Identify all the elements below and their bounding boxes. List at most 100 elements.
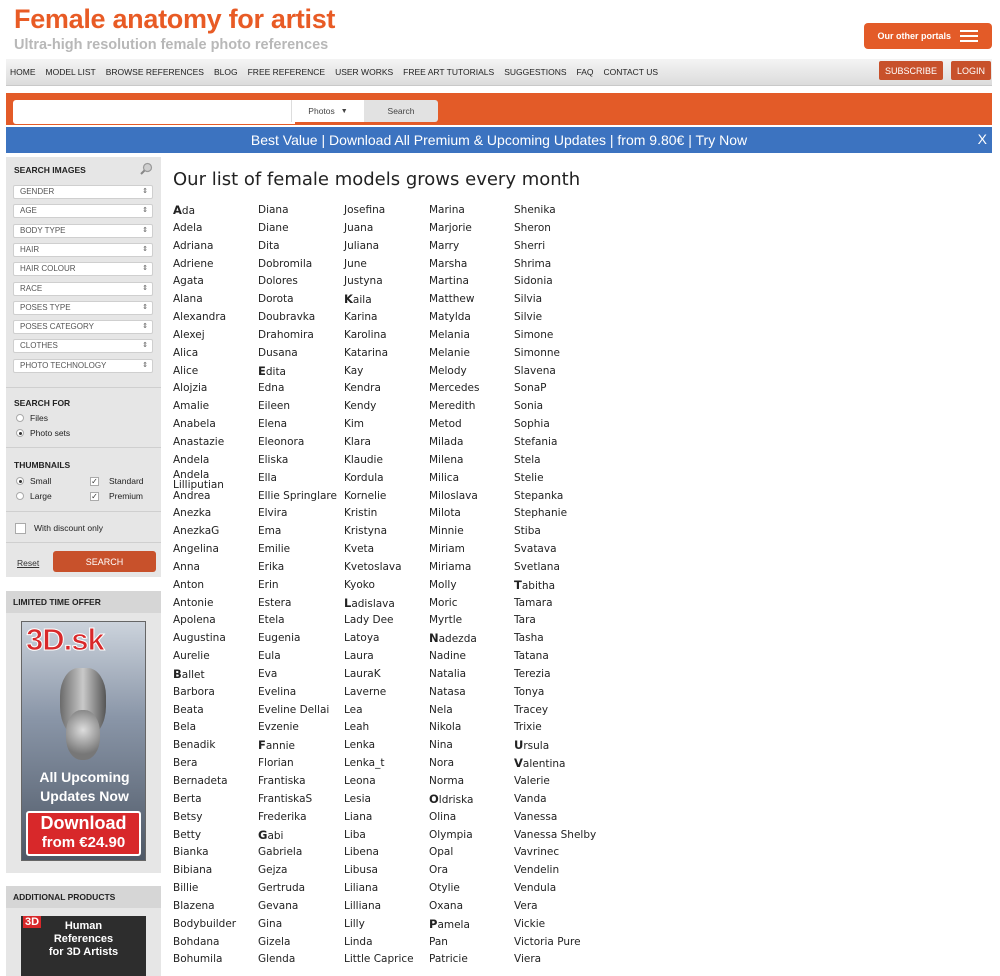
model-link[interactable]: Adriana bbox=[173, 238, 263, 256]
model-link[interactable]: Miriam bbox=[429, 541, 519, 559]
model-link[interactable]: Stepanka bbox=[514, 488, 604, 506]
model-link[interactable]: Gejza bbox=[258, 862, 348, 880]
model-link[interactable]: Sheron bbox=[514, 220, 604, 238]
model-link[interactable]: Minnie bbox=[429, 523, 519, 541]
model-link[interactable]: Angelina bbox=[173, 541, 263, 559]
model-link[interactable]: Stephanie bbox=[514, 505, 604, 523]
model-link[interactable]: Vanessa bbox=[514, 809, 604, 827]
model-link[interactable]: Tabitha bbox=[514, 577, 604, 595]
model-link[interactable]: Nela bbox=[429, 702, 519, 720]
model-link[interactable]: Tamara bbox=[514, 595, 604, 613]
model-link[interactable]: Adriene bbox=[173, 256, 263, 274]
model-link[interactable]: Gina bbox=[258, 916, 348, 934]
model-link[interactable]: Karolina bbox=[344, 327, 434, 345]
model-link[interactable]: Amalie bbox=[173, 398, 263, 416]
model-link[interactable]: Melody bbox=[429, 363, 519, 381]
model-link[interactable]: Oldriska bbox=[429, 791, 519, 809]
model-link[interactable]: SonaP bbox=[514, 380, 604, 398]
radio-files-label[interactable]: Files bbox=[30, 413, 48, 423]
model-link[interactable]: Dobromila bbox=[258, 256, 348, 274]
model-link[interactable]: Nadine bbox=[429, 648, 519, 666]
model-link[interactable]: Marjorie bbox=[429, 220, 519, 238]
model-link[interactable]: Apolena bbox=[173, 612, 263, 630]
model-link[interactable]: Barbora bbox=[173, 684, 263, 702]
model-link[interactable]: Alice bbox=[173, 363, 263, 381]
model-link[interactable]: Sonia bbox=[514, 398, 604, 416]
model-link[interactable]: Eveline Dellai bbox=[258, 702, 348, 720]
model-link[interactable]: Ema bbox=[258, 523, 348, 541]
model-link[interactable]: Etela bbox=[258, 612, 348, 630]
model-link[interactable]: Edita bbox=[258, 363, 348, 381]
model-link[interactable]: Myrtle bbox=[429, 612, 519, 630]
model-link[interactable]: Lesia bbox=[344, 791, 434, 809]
model-link[interactable]: Victoria Pure bbox=[514, 934, 604, 952]
filter-clothes-select[interactable]: CLOTHES ⇕ bbox=[13, 339, 153, 354]
model-link[interactable]: Berta bbox=[173, 791, 263, 809]
model-link[interactable]: Libusa bbox=[344, 862, 434, 880]
model-link[interactable]: Vendelin bbox=[514, 862, 604, 880]
model-link[interactable]: Marsha bbox=[429, 256, 519, 274]
model-link[interactable]: Dita bbox=[258, 238, 348, 256]
filter-photo-technology-select[interactable]: PHOTO TECHNOLOGY ⇕ bbox=[13, 358, 153, 373]
model-link[interactable]: Valerie bbox=[514, 773, 604, 791]
model-link[interactable]: Laverne bbox=[344, 684, 434, 702]
model-link[interactable]: Gabriela bbox=[258, 844, 348, 862]
model-link[interactable]: Erin bbox=[258, 577, 348, 595]
model-link[interactable]: Alexej bbox=[173, 327, 263, 345]
model-link[interactable]: Simonne bbox=[514, 345, 604, 363]
model-link[interactable]: Nina bbox=[429, 737, 519, 755]
model-link[interactable]: Alojzia bbox=[173, 380, 263, 398]
close-icon[interactable]: X bbox=[978, 131, 987, 147]
model-link[interactable]: Melanie bbox=[429, 345, 519, 363]
model-link[interactable]: Valentina bbox=[514, 755, 604, 773]
nav-item-faq[interactable]: FAQ bbox=[577, 67, 594, 77]
model-link[interactable]: Nora bbox=[429, 755, 519, 773]
model-link[interactable]: Nikola bbox=[429, 719, 519, 737]
model-link[interactable]: Frantiska bbox=[258, 773, 348, 791]
model-link[interactable]: Latoya bbox=[344, 630, 434, 648]
checkbox-premium-label[interactable]: Premium bbox=[109, 491, 143, 501]
model-link[interactable]: Simone bbox=[514, 327, 604, 345]
model-link[interactable]: Klaudie bbox=[344, 452, 434, 470]
model-link[interactable]: Vera bbox=[514, 898, 604, 916]
model-link[interactable]: Ella bbox=[258, 470, 348, 488]
filter-hair-colour-select[interactable]: HAIR COLOUR ⇕ bbox=[13, 262, 153, 277]
model-link[interactable]: Tasha bbox=[514, 630, 604, 648]
model-link[interactable]: Tara bbox=[514, 612, 604, 630]
subscribe-button[interactable]: SUBSCRIBE bbox=[879, 61, 943, 80]
checkbox-standard-label[interactable]: Standard bbox=[109, 476, 144, 486]
model-link[interactable]: Eva bbox=[258, 666, 348, 684]
model-link[interactable]: Opal bbox=[429, 844, 519, 862]
model-link[interactable]: Doubravka bbox=[258, 309, 348, 327]
model-link[interactable]: Andela Lilliputian bbox=[173, 469, 233, 489]
nav-item-blog[interactable]: BLOG bbox=[214, 67, 238, 77]
model-link[interactable]: Andela bbox=[173, 452, 263, 470]
model-link[interactable]: Elvira bbox=[258, 505, 348, 523]
model-link[interactable]: Matylda bbox=[429, 309, 519, 327]
model-link[interactable]: Slavena bbox=[514, 363, 604, 381]
model-link[interactable]: Emilie bbox=[258, 541, 348, 559]
model-link[interactable]: Adela bbox=[173, 220, 263, 238]
model-link[interactable]: Anezka bbox=[173, 505, 263, 523]
model-link[interactable]: Karina bbox=[344, 309, 434, 327]
radio-large[interactable] bbox=[16, 492, 24, 500]
model-link[interactable]: Shenika bbox=[514, 202, 604, 220]
model-link[interactable]: Kaila bbox=[344, 291, 434, 309]
model-link[interactable]: Eula bbox=[258, 648, 348, 666]
model-link[interactable]: Lilliana bbox=[344, 898, 434, 916]
model-link[interactable]: Alica bbox=[173, 345, 263, 363]
model-link[interactable]: Sherri bbox=[514, 238, 604, 256]
model-link[interactable]: Dolores bbox=[258, 273, 348, 291]
offer-banner[interactable]: 3D.sk All Upcoming Updates Now Download … bbox=[21, 621, 146, 861]
model-link[interactable]: Ada bbox=[173, 202, 263, 220]
model-link[interactable]: Martina bbox=[429, 273, 519, 291]
model-link[interactable]: Trixie bbox=[514, 719, 604, 737]
radio-photo-sets-label[interactable]: Photo sets bbox=[30, 428, 70, 438]
checkbox-discount-label[interactable]: With discount only bbox=[34, 523, 103, 533]
model-link[interactable]: Josefina bbox=[344, 202, 434, 220]
model-link[interactable]: Tracey bbox=[514, 702, 604, 720]
model-link[interactable]: Erika bbox=[258, 559, 348, 577]
filter-body-type-select[interactable]: BODY TYPE ⇕ bbox=[13, 223, 153, 238]
model-link[interactable]: Liana bbox=[344, 809, 434, 827]
model-link[interactable]: Natasa bbox=[429, 684, 519, 702]
